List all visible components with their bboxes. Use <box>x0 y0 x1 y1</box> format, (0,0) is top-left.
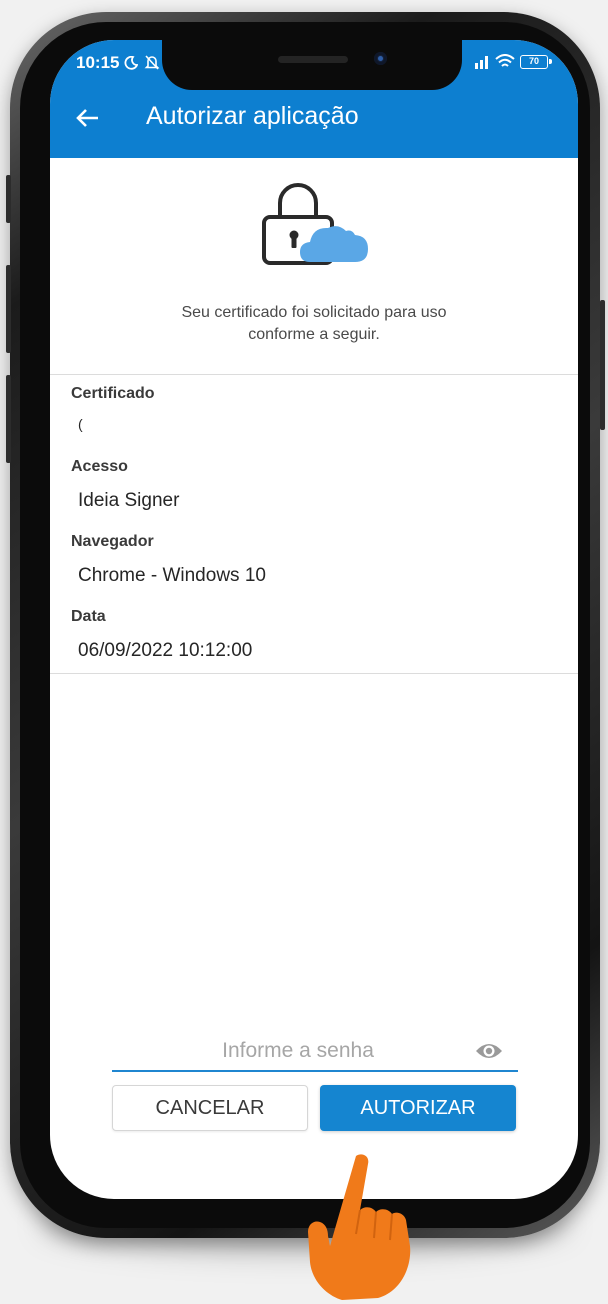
signal-icon <box>475 55 488 69</box>
side-button-volume-up <box>6 265 11 353</box>
back-arrow-icon[interactable] <box>72 102 104 134</box>
certificado-value: ( <box>78 416 83 432</box>
intro-text: Seu certificado foi solicitado para uso … <box>110 302 518 346</box>
cancel-button[interactable]: CANCELAR <box>112 1085 308 1131</box>
intro-line-1: Seu certificado foi solicitado para uso <box>181 304 447 321</box>
status-time: 10:15 <box>76 53 120 72</box>
side-button-mute <box>6 175 11 223</box>
navegador-label: Navegador <box>71 533 154 550</box>
divider-bottom <box>50 673 578 674</box>
pointing-hand-icon <box>308 1154 411 1300</box>
speaker <box>278 56 348 63</box>
password-input[interactable] <box>112 1032 518 1072</box>
page-title: Autorizar aplicação <box>146 102 359 130</box>
side-button-volume-down <box>6 375 11 463</box>
intro-line-2: conforme a seguir. <box>248 326 380 343</box>
status-icons: 70 <box>474 54 552 69</box>
battery-icon: 70 <box>520 54 552 69</box>
front-camera <box>374 52 387 65</box>
data-value: 06/09/2022 10:12:00 <box>78 640 253 661</box>
alarm-off-icon <box>144 55 160 70</box>
wifi-icon <box>495 54 515 67</box>
side-button-power <box>600 300 605 430</box>
divider-top <box>50 374 578 375</box>
phone-screen: 10:15 70 Autorizar aplicação Seu certifi… <box>50 40 578 1199</box>
eye-icon[interactable] <box>474 1040 504 1062</box>
moon-icon <box>124 56 138 70</box>
acesso-label: Acesso <box>71 458 128 475</box>
notch <box>162 40 462 90</box>
authorize-button[interactable]: AUTORIZAR <box>320 1085 516 1131</box>
certificado-label: Certificado <box>71 385 155 402</box>
battery-level: 70 <box>528 55 539 66</box>
acesso-value: Ideia Signer <box>78 490 180 511</box>
lock-cloud-icon <box>262 183 368 265</box>
navegador-value: Chrome - Windows 10 <box>78 565 266 586</box>
data-label: Data <box>71 608 106 625</box>
